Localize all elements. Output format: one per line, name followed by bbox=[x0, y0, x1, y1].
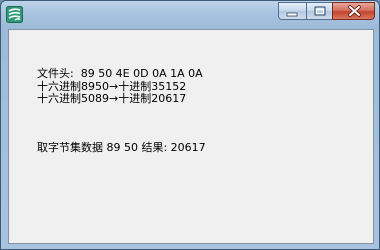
minimize-button[interactable] bbox=[278, 2, 306, 20]
close-icon bbox=[348, 5, 361, 17]
title-bar[interactable] bbox=[1, 1, 379, 29]
caption-buttons bbox=[278, 2, 375, 22]
hex-to-dec-text-1: 十六进制8950→十进制35152 bbox=[37, 80, 187, 93]
byte-result-text: 取字节集数据 89 50 结果: 20617 bbox=[37, 141, 206, 154]
client-area: 文件头: 89 50 4E 0D 0A 1A 0A 十六进制8950→十进制35… bbox=[8, 29, 374, 244]
app-stripes-icon[interactable] bbox=[6, 6, 23, 23]
close-button[interactable] bbox=[332, 2, 375, 20]
minimize-icon bbox=[286, 12, 298, 17]
maximize-icon bbox=[314, 6, 326, 16]
file-header-text: 文件头: 89 50 4E 0D 0A 1A 0A bbox=[37, 67, 203, 80]
maximize-button[interactable] bbox=[306, 2, 332, 20]
hex-to-dec-text-2: 十六进制5089→十进制20617 bbox=[37, 92, 187, 105]
app-window: 文件头: 89 50 4E 0D 0A 1A 0A 十六进制8950→十进制35… bbox=[0, 0, 380, 250]
